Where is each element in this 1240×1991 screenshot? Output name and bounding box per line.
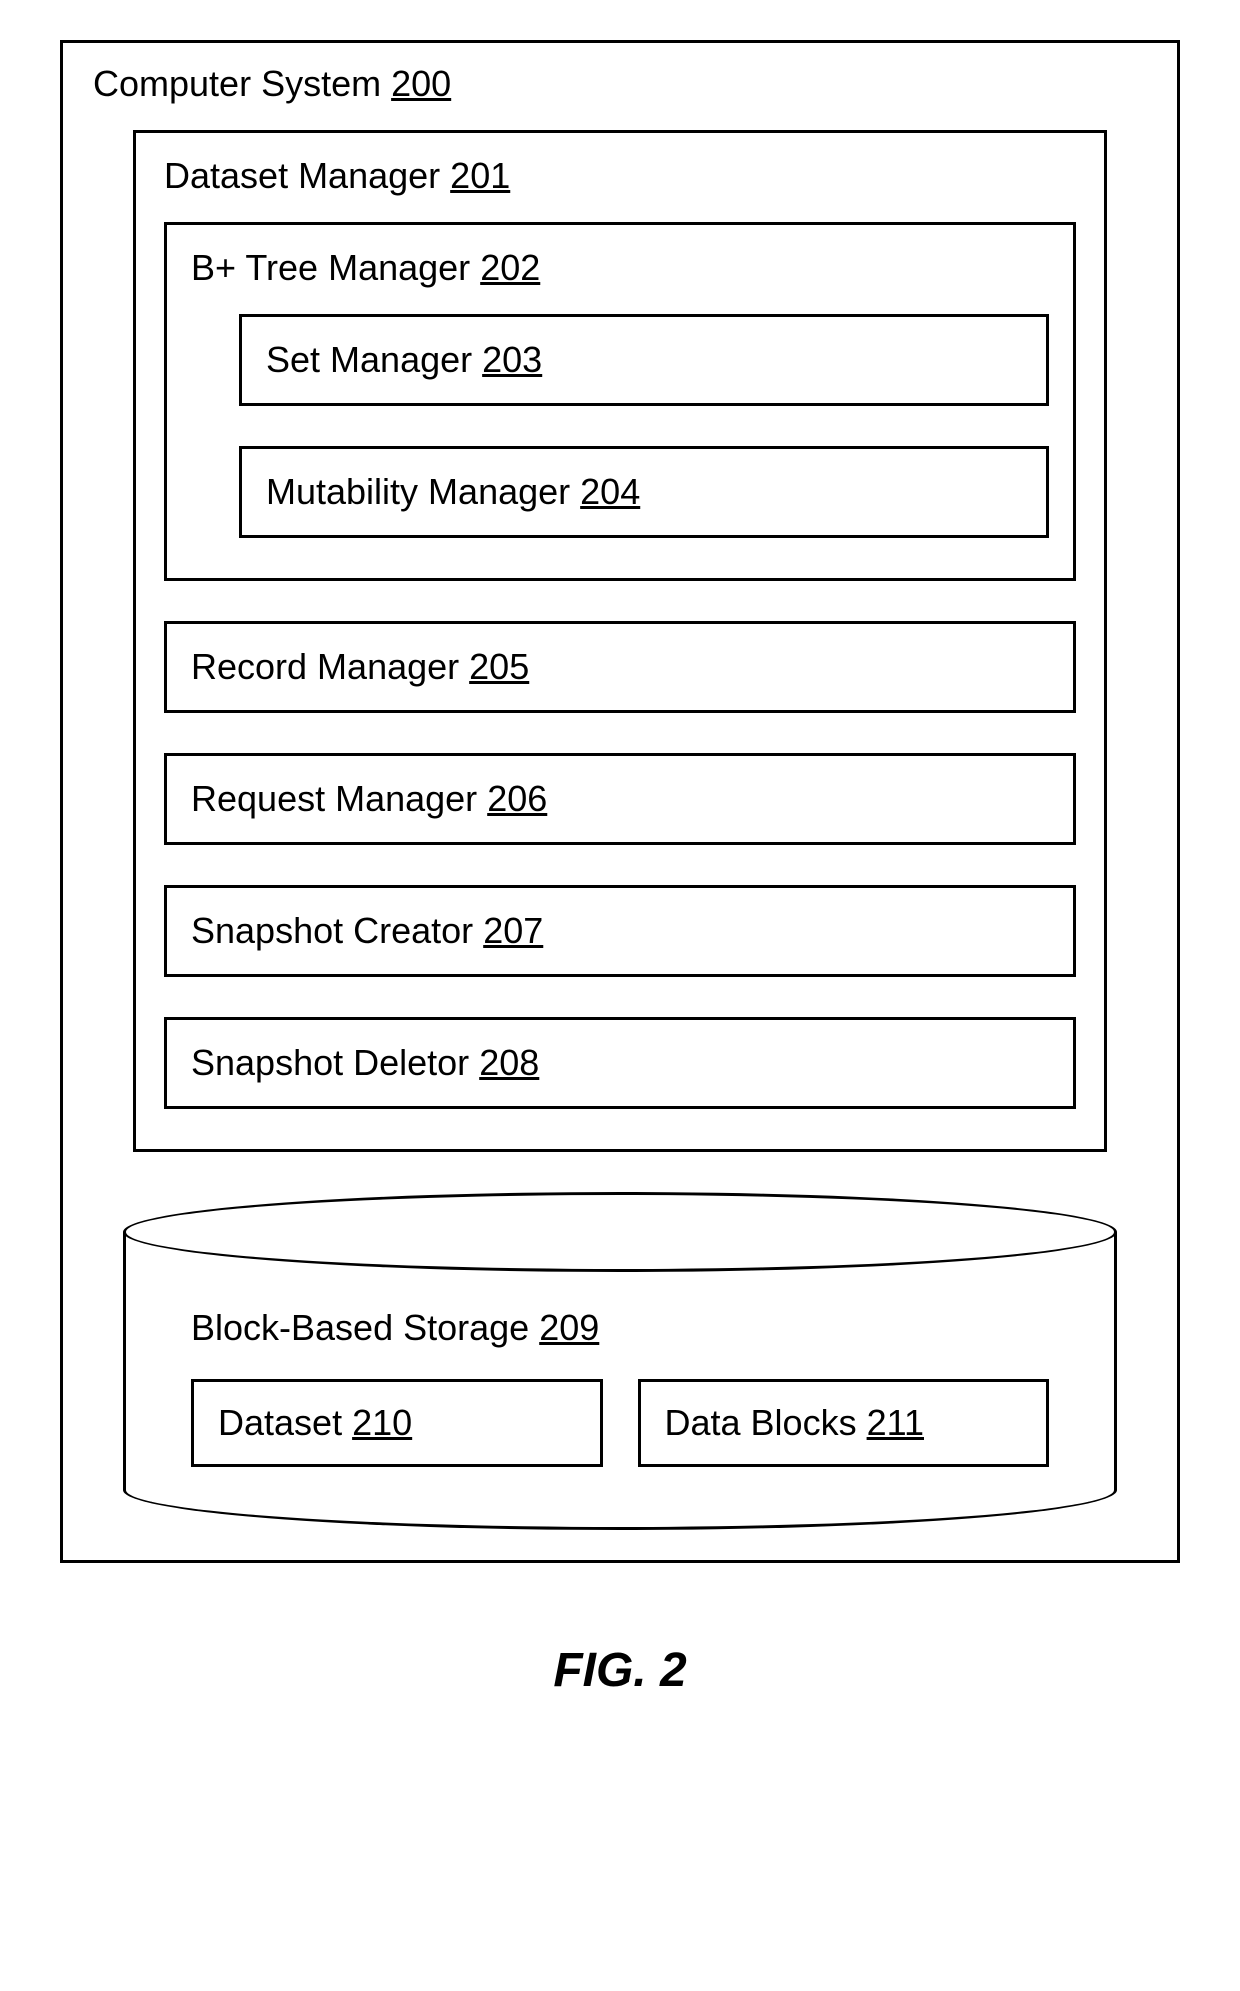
block-storage-label: Block-Based Storage 209 <box>191 1307 1074 1349</box>
dataset-text: Dataset <box>218 1402 342 1443</box>
storage-inner-row: Dataset 210 Data Blocks 211 <box>191 1379 1049 1467</box>
cylinder-body: Block-Based Storage 209 Dataset 210 Data… <box>166 1307 1074 1467</box>
figure-caption: FIG. 2 <box>60 1643 1180 1698</box>
block-storage-cylinder: Block-Based Storage 209 Dataset 210 Data… <box>123 1232 1117 1530</box>
data-blocks-num: 211 <box>867 1402 924 1443</box>
dataset-num: 210 <box>352 1402 412 1443</box>
dataset-manager-num: 201 <box>450 155 510 196</box>
dataset-box: Dataset 210 <box>191 1379 603 1467</box>
computer-system-text: Computer System <box>93 63 381 104</box>
block-storage-num: 209 <box>539 1307 599 1348</box>
btree-manager-box: B+ Tree Manager 202 Set Manager 203 Muta… <box>164 222 1076 581</box>
snapshot-deletor-num: 208 <box>479 1042 539 1083</box>
data-blocks-text: Data Blocks <box>665 1402 857 1443</box>
snapshot-deletor-box: Snapshot Deletor 208 <box>164 1017 1076 1109</box>
set-manager-box: Set Manager 203 <box>239 314 1049 406</box>
set-manager-num: 203 <box>482 339 542 380</box>
dataset-manager-label: Dataset Manager 201 <box>164 155 1076 197</box>
storage-cylinder-wrap: Block-Based Storage 209 Dataset 210 Data… <box>123 1192 1117 1530</box>
dataset-manager-box: Dataset Manager 201 B+ Tree Manager 202 … <box>133 130 1107 1152</box>
record-manager-box: Record Manager 205 <box>164 621 1076 713</box>
btree-manager-text: B+ Tree Manager <box>191 247 470 288</box>
set-manager-text: Set Manager <box>266 339 472 380</box>
mutability-manager-box: Mutability Manager 204 <box>239 446 1049 538</box>
cylinder-top-ellipse <box>123 1192 1117 1272</box>
snapshot-deletor-text: Snapshot Deletor <box>191 1042 469 1083</box>
request-manager-text: Request Manager <box>191 778 477 819</box>
computer-system-num: 200 <box>391 63 451 104</box>
request-manager-box: Request Manager 206 <box>164 753 1076 845</box>
snapshot-creator-num: 207 <box>483 910 543 951</box>
btree-manager-num: 202 <box>480 247 540 288</box>
record-manager-num: 205 <box>469 646 529 687</box>
computer-system-box: Computer System 200 Dataset Manager 201 … <box>60 40 1180 1563</box>
btree-manager-label: B+ Tree Manager 202 <box>191 247 1049 289</box>
mutability-manager-text: Mutability Manager <box>266 471 570 512</box>
request-manager-num: 206 <box>487 778 547 819</box>
dataset-manager-text: Dataset Manager <box>164 155 440 196</box>
mutability-manager-num: 204 <box>580 471 640 512</box>
computer-system-label: Computer System 200 <box>93 63 1147 105</box>
snapshot-creator-text: Snapshot Creator <box>191 910 473 951</box>
data-blocks-box: Data Blocks 211 <box>638 1379 1050 1467</box>
snapshot-creator-box: Snapshot Creator 207 <box>164 885 1076 977</box>
block-storage-text: Block-Based Storage <box>191 1307 529 1348</box>
record-manager-text: Record Manager <box>191 646 459 687</box>
